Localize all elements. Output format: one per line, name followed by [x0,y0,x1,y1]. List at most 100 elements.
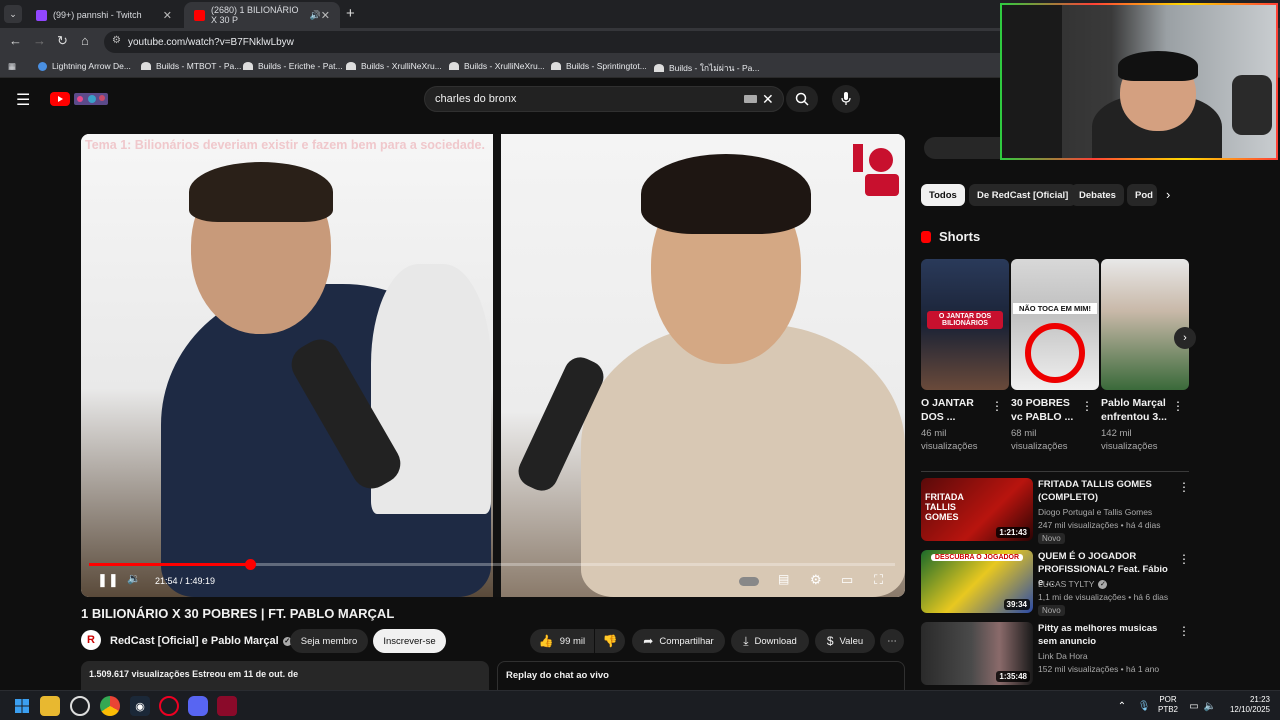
chip-all[interactable]: Todos [921,184,965,206]
chat-replay-header[interactable]: Replay do chat ao vivo [497,661,905,691]
video-channel[interactable]: Link Da Hora [1038,650,1178,663]
home-icon[interactable]: ⌂ [81,33,89,48]
speaker-icon[interactable]: 🔊 [310,10,321,21]
tab-youtube[interactable]: (2680) 1 BILIONÁRIO X 30 P 🔊 ✕ [184,2,340,28]
windows-taskbar: ◉ ⌃ 🎙 POR PTB2 ▭ 🔈 21:23 12/10/2025 [0,690,1280,720]
channel-avatar[interactable]: R [81,630,101,650]
short-title[interactable]: O JANTAR DOS ... [921,396,991,424]
steam-icon[interactable]: ◉ [130,696,150,716]
more-vert-icon[interactable]: ⋮ [1178,552,1190,566]
short-title[interactable]: Pablo Marçal enfrentou 3... [1101,396,1171,424]
opera-icon[interactable] [159,696,179,716]
back-icon[interactable]: ← [9,33,22,48]
pause-icon[interactable]: ❚❚ [97,572,119,588]
subtitles-icon[interactable]: ▤ [778,572,789,586]
share-button[interactable]: ➦ Compartilhar [632,629,725,653]
video-thumbnail[interactable]: 1:35:48 [921,622,1033,685]
bookmark-item[interactable]: Builds - Sprintingtot... [551,61,647,71]
more-vert-icon[interactable]: ⋮ [1081,399,1093,413]
windows-start-icon[interactable] [12,696,32,716]
new-badge: Novo [1038,605,1065,616]
shorts-next-button[interactable]: › [1174,327,1196,349]
tab-twitch[interactable]: (99+) pannshi - Twitch ✕ [26,2,182,28]
chevron-up-icon[interactable]: ⌃ [1112,696,1132,716]
video-title-link[interactable]: FRITADA TALLIS GOMES (COMPLETO) [1038,478,1174,504]
chip-podcasts[interactable]: Pod [1127,184,1157,206]
short-thumbnail[interactable] [1101,259,1189,390]
clear-search-icon[interactable]: ✕ [762,91,774,108]
more-vert-icon[interactable]: ⋮ [1178,624,1190,638]
video-title-link[interactable]: Pitty as melhores musicas sem anuncio [1038,622,1174,648]
forward-icon[interactable]: → [33,33,46,48]
microphone-icon[interactable]: 🎙 [1134,696,1154,716]
chevron-right-icon[interactable]: › [1166,187,1170,202]
description-box[interactable]: 1.509.617 visualizações Estreou em 11 de… [81,661,489,691]
tab-title: (99+) pannshi - Twitch [53,10,142,20]
apps-icon[interactable]: ▦ [8,61,16,72]
more-vert-icon[interactable]: ⋮ [991,399,1003,413]
channel-name[interactable]: RedCast [Oficial] e Pablo Marçal ✓ [110,635,292,647]
video-frame-right [501,134,905,597]
youtube-logo[interactable] [50,90,110,108]
tab-search-button[interactable]: ⌄ [4,5,22,23]
video-thumbnail[interactable]: FRITADA TALLIS GOMES 1:21:43 [921,478,1033,541]
webcam-overlay [1000,3,1278,160]
bookmark-item[interactable]: Builds - XrulliNeXru... [346,61,442,71]
autoplay-toggle[interactable] [739,577,759,586]
video-channel[interactable]: Diogo Portugal e Tallis Gomes [1038,506,1178,519]
fullscreen-icon[interactable]: ⛶ [874,572,883,588]
close-icon[interactable]: ✕ [163,9,172,22]
video-player[interactable]: Tema 1: Bilionários deveriam existir e f… [81,134,905,597]
thanks-button[interactable]: $ Valeu [815,629,875,653]
video-duration: 1:35:48 [996,671,1030,682]
volume-icon[interactable]: 🔈 [1200,696,1220,716]
dislike-button[interactable]: 👎 [595,629,625,653]
language-indicator[interactable]: POR PTB2 [1158,695,1178,715]
more-vert-icon[interactable]: ⋮ [1172,399,1184,413]
shorts-icon [921,230,931,243]
app-icon[interactable] [217,696,237,716]
subscribe-button[interactable]: Inscrever-se [373,629,446,653]
volume-icon[interactable]: 🔉 [127,572,141,585]
file-explorer-icon[interactable] [40,696,60,716]
chip-redcast[interactable]: De RedCast [Oficial] [969,184,1077,206]
video-channel[interactable]: LUCAS TYLTY ✓ [1038,578,1178,591]
theater-mode-icon[interactable]: ▭ [841,572,853,588]
more-vert-icon[interactable]: ⋮ [1178,480,1190,494]
app-icon[interactable] [70,696,90,716]
reload-icon[interactable]: ↻ [57,33,68,49]
progress-bar[interactable] [89,559,895,570]
download-button[interactable]: ⤓ Download [731,629,809,653]
voice-search-button[interactable] [832,85,860,113]
speaker-hair [189,162,333,222]
menu-icon[interactable]: ☰ [16,90,30,110]
bookmark-item[interactable]: Builds - MTBOT - Pa... [141,61,241,71]
more-actions-button[interactable]: ⋯ [880,629,904,653]
discord-icon[interactable] [188,696,208,716]
time-display: 21:54 / 1:49:19 [155,576,216,586]
chat-collapsed-bar[interactable] [924,137,1004,159]
new-tab-button[interactable]: + [346,5,355,22]
join-button[interactable]: Seja membro [290,629,368,653]
chip-debates[interactable]: Debates [1071,184,1124,206]
keyboard-icon[interactable] [744,95,757,103]
short-thumbnail[interactable]: O JANTAR DOS BILIONÁRIOS [921,259,1009,390]
site-info-icon[interactable]: ⚙ [112,35,121,46]
short-views: 142 mil visualizações [1101,428,1158,452]
bookmark-item[interactable]: Lightning Arrow De... [38,61,131,71]
search-button[interactable] [786,86,818,112]
short-thumbnail[interactable]: NÃO TOCA EM MIM! [1011,259,1099,390]
bookmark-item[interactable]: Builds - XrulliNeXru... [449,61,545,71]
bookmark-item[interactable]: Builds - Ericthe - Pat... [243,61,343,71]
video-thumbnail[interactable]: DESCUBRA O JOGADOR 39:34 [921,550,1033,613]
short-title[interactable]: 30 POBRES vc PABLO ... [1011,396,1081,424]
search-input[interactable]: charles do bronx [424,86,784,112]
chrome-icon[interactable] [100,696,120,716]
bookmark-item[interactable]: Builds - ใกไม่ผ่าน - Pa... [654,61,759,75]
verified-icon: ✓ [1098,580,1108,590]
like-button[interactable]: 👍 99 mil [530,629,594,653]
clock[interactable]: 21:23 12/10/2025 [1220,695,1270,715]
builds-icon [346,62,356,70]
close-icon[interactable]: ✕ [321,9,330,22]
settings-icon[interactable]: ⚙ [810,572,822,588]
